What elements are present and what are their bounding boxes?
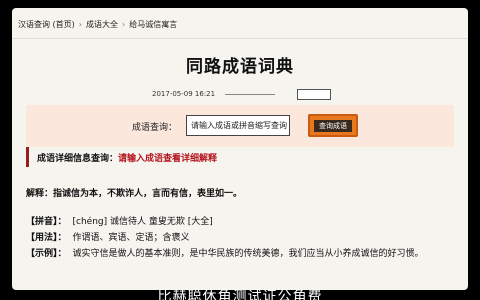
notice-highlight: 请输入成语查看详细解释 bbox=[118, 153, 218, 164]
breadcrumb-item-home[interactable]: 汉语查询 (首页) bbox=[18, 19, 75, 30]
search-input[interactable]: 请输入成语或拼音缩写查询 bbox=[186, 115, 290, 136]
search-input-value: 请输入成语或拼音缩写查询 bbox=[191, 121, 287, 130]
detail-value: 诚实守信是做人的基本准则，是中华民族的传统美德，我们应当从小养成诚信的好习惯。 bbox=[72, 249, 424, 259]
detail-key: 【示例】： bbox=[26, 249, 67, 259]
header-divider bbox=[12, 38, 468, 39]
definition-text: 解释：指诚信为本，不欺诈人，言而有信，表里如一。 bbox=[26, 189, 243, 199]
breadcrumb-item-current: 给马诚信寓言 bbox=[129, 19, 178, 29]
notice-banner: 成语详细信息查询： 请输入成语查看详细解释 bbox=[26, 145, 454, 169]
chevron-right-icon: › bbox=[122, 19, 126, 29]
detail-row: 【用法】： 作谓语、宾语、定语；含褒义 bbox=[26, 230, 454, 246]
search-panel: 成语查询： 请输入成语或拼音缩写查询 查询成语 bbox=[26, 105, 454, 147]
notice-accent-bar bbox=[26, 147, 29, 167]
search-button-label: 查询成语 bbox=[314, 119, 352, 132]
meta-row: 2017-05-09 16:21 bbox=[152, 87, 332, 101]
page-title: 同路成语词典 bbox=[186, 57, 294, 77]
detail-key: 【用法】： bbox=[26, 233, 67, 243]
browser-viewport: 汉语查询 (首页) › 成语大全 › 给马诚信寓言 同路成语词典 2017-05… bbox=[12, 8, 468, 290]
publish-date: 2017-05-09 16:21 bbox=[152, 90, 216, 98]
breadcrumb: 汉语查询 (首页) › 成语大全 › 给马诚信寓言 bbox=[18, 16, 258, 32]
search-button[interactable]: 查询成语 bbox=[308, 114, 358, 137]
detail-row: 【拼音】： [chéng] 诚信待人 童叟无欺 [大全] bbox=[26, 214, 454, 230]
breadcrumb-item-category[interactable]: 成语大全 bbox=[86, 19, 118, 30]
notice-label: 成语详细信息查询： bbox=[37, 153, 119, 164]
video-subtitle: 比赫聪休角测试证公角费 bbox=[157, 289, 323, 300]
meta-divider bbox=[225, 93, 276, 95]
detail-key: 【拼音】： bbox=[26, 217, 67, 227]
detail-row: 【示例】： 诚实守信是做人的基本准则，是中华民族的传统美德，我们应当从小养成诚信… bbox=[26, 246, 454, 262]
chevron-right-icon: › bbox=[78, 19, 82, 29]
detail-value: [chéng] 诚信待人 童叟无欺 [大全] bbox=[72, 217, 213, 227]
detail-list: 【拼音】： [chéng] 诚信待人 童叟无欺 [大全] 【用法】： 作谓语、宾… bbox=[26, 214, 454, 262]
detail-value: 作谓语、宾语、定语；含褒义 bbox=[72, 233, 190, 243]
font-size-selector[interactable] bbox=[297, 88, 332, 100]
search-label: 成语查询： bbox=[132, 123, 178, 133]
